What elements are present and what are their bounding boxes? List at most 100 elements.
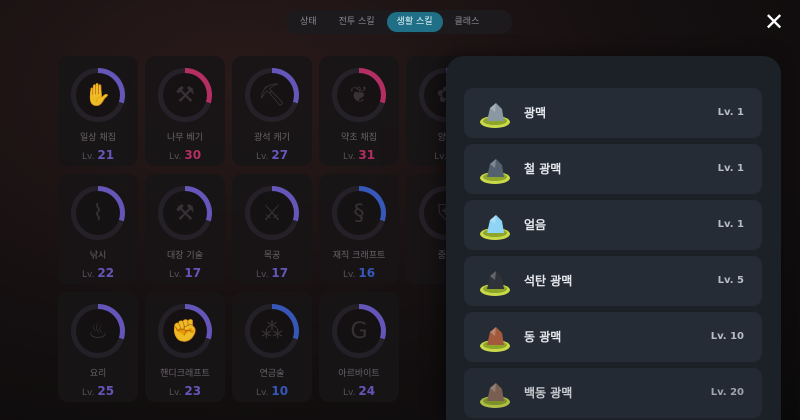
skill-name: 일상 채집 xyxy=(80,133,116,143)
skill-level-prefix: Lv. xyxy=(81,388,95,398)
skill-level-value: 27 xyxy=(271,148,289,162)
skill-level-prefix: Lv. xyxy=(255,388,269,398)
skill-level-value: 31 xyxy=(358,148,376,162)
ore-list-item[interactable]: 광맥 Lv. 1 xyxy=(464,88,762,138)
skill-level-prefix: Lv. xyxy=(81,152,95,162)
skill-level: Lv. 17 xyxy=(145,266,225,280)
skill-progress-ring: ❦ xyxy=(332,68,386,122)
skill-level-value: 10 xyxy=(271,384,289,398)
skill-progress-ring: ♨ xyxy=(71,304,125,358)
skill-level-value: 21 xyxy=(97,148,115,162)
skill-card[interactable]: ❦ 약초 채집 Lv. 31 xyxy=(319,56,399,166)
skill-card[interactable]: ⁂ 연금술 Lv. 10 xyxy=(232,292,312,402)
ore-level: Lv. 20 xyxy=(710,387,744,398)
skill-name: 연금술 xyxy=(259,369,285,379)
hand-icon: ✋ xyxy=(76,73,120,117)
tab-life-skill[interactable]: 생활 스킬 xyxy=(386,12,443,32)
ore-list-item[interactable]: 석탄 광맥 Lv. 5 xyxy=(464,256,762,306)
herb-icon: ❦ xyxy=(337,73,381,117)
ore-list-item[interactable]: 얼음 Lv. 1 xyxy=(464,200,762,250)
skill-name: 약초 채집 xyxy=(341,133,377,143)
thread-icon: § xyxy=(337,191,381,235)
ore-level: Lv. 5 xyxy=(717,275,744,286)
skill-level-prefix: Lv. xyxy=(342,388,356,398)
skill-level: Lv. 30 xyxy=(145,148,225,162)
skill-card[interactable]: ⚒ 나무 베기 Lv. 30 xyxy=(145,56,225,166)
skill-progress-ring: ⚒ xyxy=(158,68,212,122)
skill-card[interactable]: ⚒ 대장 기술 Lv. 17 xyxy=(145,174,225,284)
skill-card[interactable]: ♨ 요리 Lv. 25 xyxy=(58,292,138,402)
skill-level-value: 24 xyxy=(358,384,376,398)
skill-name: 목공 xyxy=(263,251,281,261)
skill-level-value: 30 xyxy=(184,148,202,162)
skill-name: 낚시 xyxy=(89,251,107,261)
skill-progress-ring: § xyxy=(332,186,386,240)
skill-progress-ring: ⛏ xyxy=(245,68,299,122)
skill-card[interactable]: § 재직 크래프트 Lv. 16 xyxy=(319,174,399,284)
skill-level-prefix: Lv. xyxy=(255,152,269,162)
skill-card[interactable]: ✋ 일상 채집 Lv. 21 xyxy=(58,56,138,166)
skill-name: 핸디크래프트 xyxy=(160,369,210,379)
ore-name: 백동 광맥 xyxy=(524,386,573,400)
skill-level-prefix: Lv. xyxy=(168,388,182,398)
anvil-icon: ⚒ xyxy=(163,191,207,235)
skill-level-prefix: Lv. xyxy=(342,152,356,162)
tab-status[interactable]: 상태 xyxy=(290,12,327,32)
ore-name: 동 광맥 xyxy=(524,330,562,344)
skill-progress-ring: ⚔ xyxy=(245,186,299,240)
fishing-icon: ⌇ xyxy=(76,191,120,235)
skill-name: 요리 xyxy=(89,369,107,379)
skill-level: Lv. 23 xyxy=(145,384,225,398)
skill-level: Lv. 25 xyxy=(58,384,138,398)
skill-card[interactable]: ✊ 핸디크래프트 Lv. 23 xyxy=(145,292,225,402)
copper-vein-icon xyxy=(480,327,510,352)
skill-name: 광석 캐기 xyxy=(254,133,290,143)
ore-level: Lv. 1 xyxy=(717,107,744,118)
skill-level-prefix: Lv. xyxy=(434,152,447,162)
skill-level: Lv. 31 xyxy=(319,148,399,162)
ore-level: Lv. 10 xyxy=(710,331,744,342)
skill-progress-ring: ⁂ xyxy=(245,304,299,358)
skill-level: Lv. 24 xyxy=(319,384,399,398)
skill-level-value: 16 xyxy=(358,266,376,280)
tab-class[interactable]: 클래스 xyxy=(445,12,490,32)
skill-progress-ring: ✋ xyxy=(71,68,125,122)
skill-level: Lv. 17 xyxy=(232,266,312,280)
skill-level-value: 23 xyxy=(184,384,202,398)
skill-level-value: 25 xyxy=(97,384,115,398)
skill-progress-ring: G xyxy=(332,304,386,358)
cupronickel-vein-icon xyxy=(480,383,510,408)
skill-name: 대장 기술 xyxy=(167,251,203,261)
pickaxe-icon: ⛏ xyxy=(250,73,294,117)
saw-icon: ⚔ xyxy=(250,191,294,235)
ore-list-item[interactable]: 백동 광맥 Lv. 20 xyxy=(464,368,762,418)
ore-list-item[interactable]: 동 광맥 Lv. 10 xyxy=(464,312,762,362)
skill-level: Lv. 10 xyxy=(232,384,312,398)
close-icon[interactable]: ✕ xyxy=(762,10,786,34)
ore-name: 광맥 xyxy=(524,106,547,120)
coal-vein-icon xyxy=(480,271,510,296)
skill-card[interactable]: G 아르바이트 Lv. 24 xyxy=(319,292,399,402)
skill-card[interactable]: ⛏ 광석 캐기 Lv. 27 xyxy=(232,56,312,166)
iron-vein-icon xyxy=(480,159,510,184)
skill-level-prefix: Lv. xyxy=(168,270,182,280)
skill-name: 아르바이트 xyxy=(338,369,380,379)
ore-list-item[interactable]: 철 광맥 Lv. 1 xyxy=(464,144,762,194)
ore-name: 얼음 xyxy=(524,218,547,232)
skill-card[interactable]: ⌇ 낚시 Lv. 22 xyxy=(58,174,138,284)
skill-level: Lv. 27 xyxy=(232,148,312,162)
ore-level: Lv. 1 xyxy=(717,219,744,230)
pot-icon: ♨ xyxy=(76,309,120,353)
skill-card[interactable]: ⚔ 목공 Lv. 17 xyxy=(232,174,312,284)
skill-name: 나무 베기 xyxy=(167,133,203,143)
skill-level: Lv. 16 xyxy=(319,266,399,280)
skill-progress-ring: ⌇ xyxy=(71,186,125,240)
ore-list-panel: 광맥 Lv. 1 철 광맥 Lv. 1 얼음 Lv. 1 석탄 광맥 Lv. 5 동 광맥 Lv.… xyxy=(446,56,781,420)
skill-level-prefix: Lv. xyxy=(255,270,269,280)
ore-name: 석탄 광맥 xyxy=(524,274,573,288)
ice-icon xyxy=(480,215,510,240)
alchemy-icon: ⁂ xyxy=(250,309,294,353)
skill-level: Lv. 22 xyxy=(58,266,138,280)
tab-combat-skill[interactable]: 전투 스킬 xyxy=(329,12,385,32)
skill-level-value: 22 xyxy=(97,266,115,280)
